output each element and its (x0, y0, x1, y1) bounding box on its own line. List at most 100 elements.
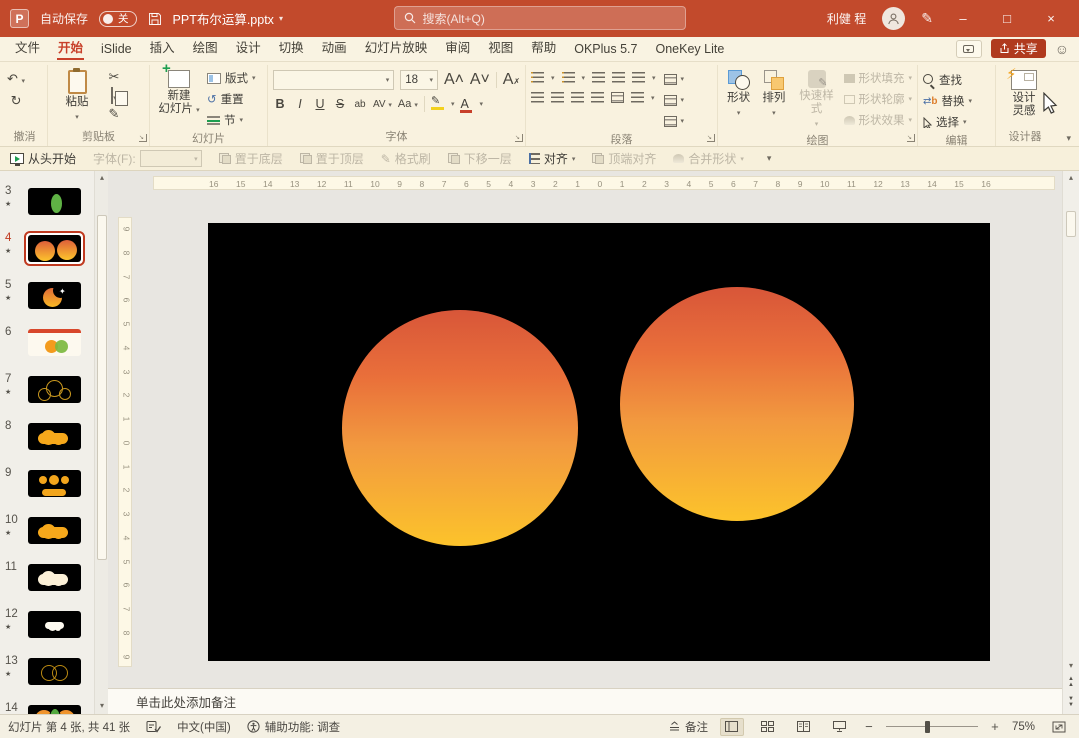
font-name-combo[interactable]: ▾ (273, 70, 394, 90)
copy-button[interactable]: ▾ (105, 88, 123, 103)
font-size-combo[interactable]: 18▾ (400, 70, 438, 90)
align-text-button[interactable]: ▾ (664, 91, 685, 109)
drawing-dialog-launcher[interactable]: ↘ (907, 134, 915, 142)
tab-设计[interactable]: 设计 (227, 33, 270, 61)
zoom-in-button[interactable]: + (990, 719, 1000, 734)
user-name[interactable]: 利健 程 (827, 10, 866, 27)
increase-indent-button[interactable] (612, 72, 625, 83)
undo-button[interactable]: ↶ ▾ (7, 71, 25, 87)
bring-to-front-button[interactable]: 置于顶层 (300, 150, 364, 167)
align-left-button[interactable] (531, 92, 544, 103)
justify-button[interactable] (591, 92, 604, 103)
slide-thumbnail-7[interactable]: 7★ (0, 372, 94, 414)
reset-button[interactable]: ↺重置 (207, 90, 256, 108)
zoom-level[interactable]: 75% (1012, 721, 1035, 733)
share-button[interactable]: 共享 (991, 39, 1046, 58)
autosave-toggle[interactable]: 关 (99, 11, 137, 27)
spell-check-icon[interactable] (146, 720, 161, 733)
zoom-out-button[interactable]: − (864, 719, 874, 734)
align-right-button[interactable] (571, 92, 584, 103)
bold-button[interactable]: B (273, 97, 287, 111)
tab-开始[interactable]: 开始 (49, 33, 92, 61)
tab-幻灯片放映[interactable]: 幻灯片放映 (356, 33, 437, 61)
zoom-slider-thumb[interactable] (925, 721, 930, 733)
tab-OKPlus 5.7[interactable]: OKPlus 5.7 (565, 38, 646, 61)
clipboard-dialog-launcher[interactable]: ↘ (139, 134, 147, 142)
slide-thumbnail-5[interactable]: 5★ (0, 278, 94, 320)
minimize-button[interactable]: – (949, 11, 977, 26)
quickbar-overflow-button[interactable]: ▾ (767, 153, 772, 164)
font-dialog-launcher[interactable]: ↘ (515, 134, 523, 142)
shape-outline-button[interactable]: 形状轮廓 ▾ (844, 90, 913, 108)
quickbar-font-field[interactable]: 字体(F):▾ (93, 150, 202, 167)
thumbnail-frame[interactable] (24, 231, 85, 266)
slide-thumbnail-6[interactable]: 6 (0, 325, 94, 367)
merge-shapes-button[interactable]: 合并形状 ▾ (673, 150, 744, 167)
scroll-up-icon[interactable]: ▴ (95, 173, 109, 182)
section-button[interactable]: 节 ▾ (207, 111, 256, 129)
slide-thumbnail-10[interactable]: 10★ (0, 513, 94, 555)
paste-button[interactable]: 粘贴 ▾ (53, 66, 101, 127)
character-spacing-button[interactable]: AV ▾ (373, 99, 392, 110)
arrange-button[interactable]: 排列▾ (758, 66, 789, 131)
clear-formatting-button[interactable]: A✗ (503, 71, 520, 89)
tab-绘图[interactable]: 绘图 (184, 33, 227, 61)
thumbnail-frame[interactable] (24, 466, 85, 501)
select-button[interactable]: 选择 ▾ (923, 113, 990, 131)
thumbnail-frame[interactable] (24, 654, 85, 689)
font-color-button[interactable]: A (460, 97, 473, 111)
next-slide-button[interactable]: ▼▼ (1063, 696, 1079, 708)
decrease-font-size-button[interactable]: A˅ (470, 71, 490, 89)
thumbnail-frame[interactable] (24, 372, 85, 407)
convert-smartart-button[interactable]: ▾ (664, 112, 685, 130)
tab-审阅[interactable]: 审阅 (436, 33, 479, 61)
slide-sorter-view-button[interactable] (756, 718, 780, 736)
tab-切换[interactable]: 切换 (270, 33, 313, 61)
reading-view-button[interactable] (792, 718, 816, 736)
format-painter-button[interactable]: ✎ (105, 106, 123, 122)
slide-thumbnail-8[interactable]: 8 (0, 419, 94, 461)
slide-thumbnail-9[interactable]: 9 (0, 466, 94, 508)
avatar[interactable] (882, 7, 905, 30)
align-top-button[interactable]: 顶端对齐 (592, 150, 656, 167)
slide-thumbnail-14[interactable]: 14★ (0, 701, 94, 714)
search-input[interactable]: 搜索(Alt+Q) (394, 6, 686, 30)
format-painter-quick-button[interactable]: ✎格式刷 (381, 150, 431, 167)
underline-button[interactable]: U (313, 97, 327, 111)
notes-pane[interactable]: 单击此处添加备注 (108, 688, 1062, 714)
zoom-slider[interactable] (886, 720, 978, 734)
slideshow-view-button[interactable] (828, 718, 852, 736)
feedback-smiley-icon[interactable]: ☺ (1055, 41, 1069, 57)
design-ideas-button[interactable]: 设计灵感 (1001, 66, 1047, 127)
slide-thumbnail-4[interactable]: 4★ (0, 231, 94, 273)
send-to-back-button[interactable]: 置于底层 (219, 150, 283, 167)
decrease-indent-button[interactable] (592, 72, 605, 83)
paragraph-dialog-launcher[interactable]: ↘ (707, 134, 715, 142)
previous-slide-button[interactable]: ▲▲ (1063, 676, 1079, 688)
slide-thumbnail-11[interactable]: 11 (0, 560, 94, 602)
shape-effects-button[interactable]: 形状效果 ▾ (844, 111, 913, 129)
thumbnail-frame[interactable] (24, 513, 85, 548)
slide-thumbnail-13[interactable]: 13★ (0, 654, 94, 696)
tab-帮助[interactable]: 帮助 (522, 33, 565, 61)
scroll-down-icon[interactable]: ▾ (95, 701, 109, 710)
scroll-up-icon[interactable]: ▴ (1063, 173, 1079, 182)
send-backward-button[interactable]: 下移一层 (448, 150, 512, 167)
document-title[interactable]: PPT布尔运算.pptx ▾ (173, 9, 283, 28)
ink-pen-icon[interactable]: ✎ (921, 10, 933, 27)
scrollbar-thumb[interactable] (97, 215, 107, 560)
thumbnail-frame[interactable] (24, 184, 85, 219)
text-shadow-button[interactable]: ab (353, 99, 367, 110)
layout-button[interactable]: 版式 ▾ (207, 69, 256, 87)
close-button[interactable]: × (1037, 11, 1065, 26)
replace-button[interactable]: ⇄b替换 ▾ (923, 92, 990, 110)
notes-toggle-button[interactable]: 备注 (668, 719, 708, 735)
tab-文件[interactable]: 文件 (6, 33, 49, 61)
accessibility-status[interactable]: 辅助功能: 调查 (247, 719, 340, 735)
tab-iSlide[interactable]: iSlide (92, 38, 141, 61)
thumbnail-frame[interactable] (24, 607, 85, 642)
thumbnail-frame[interactable] (24, 560, 85, 595)
powerpoint-logo-icon[interactable]: P (10, 9, 29, 28)
change-case-button[interactable]: Aa ▾ (398, 98, 418, 110)
strikethrough-button[interactable]: S (333, 97, 347, 111)
